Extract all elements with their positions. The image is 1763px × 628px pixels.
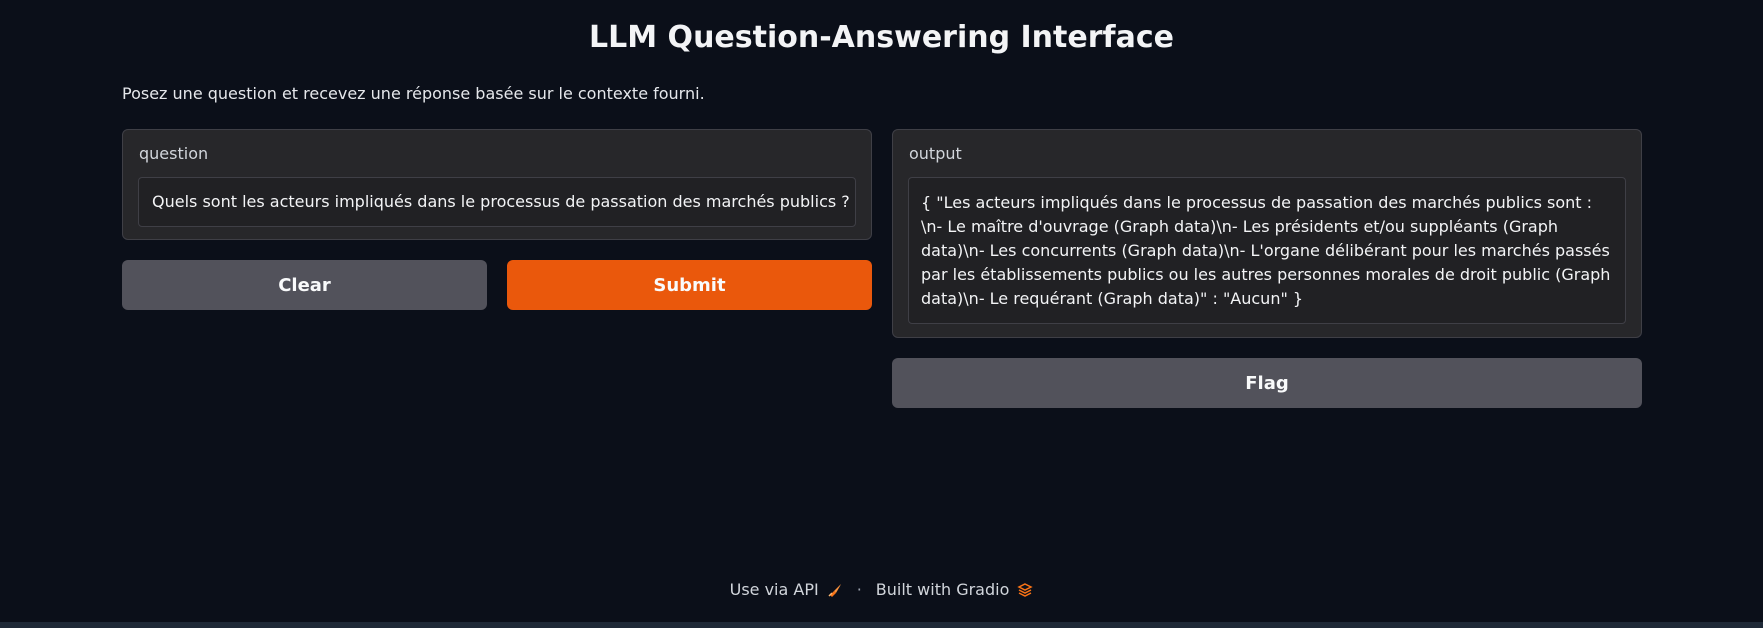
use-via-api-link[interactable]: Use via API — [730, 580, 819, 599]
page-description: Posez une question et recevez une répons… — [122, 84, 705, 103]
built-with-gradio-link[interactable]: Built with Gradio — [876, 580, 1010, 599]
footer: Use via API · Built with Gradio — [0, 580, 1763, 599]
rocket-icon — [827, 582, 843, 598]
page-title: LLM Question-Answering Interface — [589, 20, 1174, 55]
output-label: output — [909, 144, 962, 163]
question-input[interactable]: Quels sont les acteurs impliqués dans le… — [138, 177, 856, 227]
question-label: question — [139, 144, 209, 163]
output-textbox[interactable]: { "Les acteurs impliqués dans le process… — [908, 177, 1626, 324]
app-page: LLM Question-Answering Interface Posez u… — [0, 0, 1763, 628]
flag-button[interactable]: Flag — [892, 358, 1642, 408]
question-panel: question Quels sont les acteurs impliqué… — [122, 129, 872, 240]
output-panel: output { "Les acteurs impliqués dans le … — [892, 129, 1642, 338]
bottom-bar — [0, 622, 1763, 628]
gradio-logo-icon — [1017, 582, 1034, 598]
clear-button[interactable]: Clear — [122, 260, 487, 310]
footer-separator: · — [856, 580, 862, 599]
submit-button[interactable]: Submit — [507, 260, 872, 310]
